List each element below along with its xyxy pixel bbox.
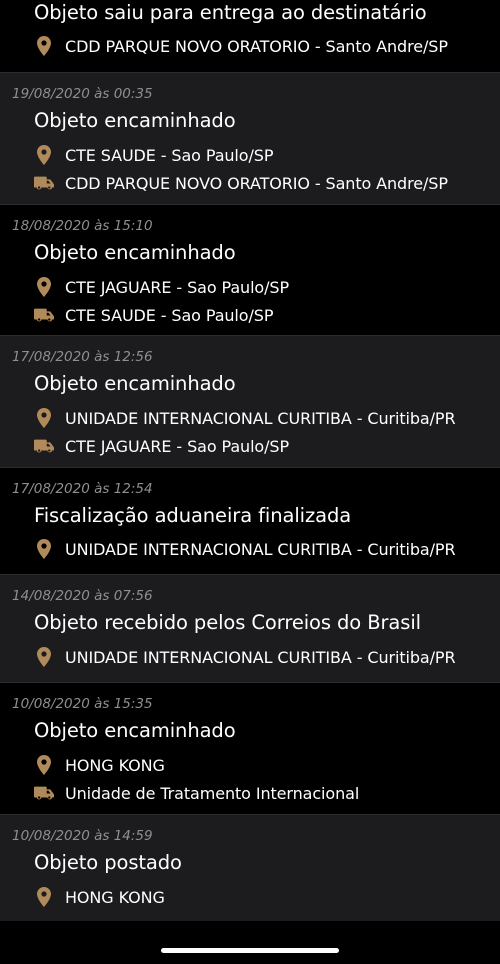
map-pin-icon (34, 887, 54, 907)
event-location: CTE JAGUARE - Sao Paulo/SP (65, 277, 290, 297)
event-location: CTE SAUDE - Sao Paulo/SP (65, 145, 274, 165)
delivery-truck-icon (34, 436, 54, 456)
event-location-row: CTE SAUDE - Sao Paulo/SP (34, 144, 273, 166)
map-pin-icon (34, 647, 54, 667)
event-title: Objeto postado (34, 851, 182, 874)
event-destination-row: Unidade de Tratamento Internacional (34, 782, 359, 804)
home-indicator[interactable] (161, 948, 339, 953)
delivery-truck-icon (34, 305, 54, 325)
event-destination: CDD PARQUE NOVO ORATORIO - Santo Andre/S… (65, 173, 448, 193)
event-location: HONG KONG (65, 755, 165, 775)
tracking-event: 17/08/2020 às 12:54 Fiscalização aduanei… (0, 467, 500, 574)
event-location-row: CDD PARQUE NOVO ORATORIO - Santo Andre/S… (34, 35, 448, 57)
event-location-row: UNIDADE INTERNACIONAL CURITIBA - Curitib… (34, 646, 456, 668)
event-location-row: UNIDADE INTERNACIONAL CURITIBA - Curitib… (34, 538, 456, 560)
event-destination: CTE JAGUARE - Sao Paulo/SP (65, 436, 290, 456)
delivery-truck-icon (34, 173, 54, 193)
event-location: UNIDADE INTERNACIONAL CURITIBA - Curitib… (65, 647, 456, 667)
event-location: UNIDADE INTERNACIONAL CURITIBA - Curitib… (65, 539, 456, 559)
tracking-timeline: Objeto saiu para entrega ao destinatário… (0, 0, 500, 921)
event-location: HONG KONG (65, 887, 165, 907)
event-date: 10/08/2020 às 14:59 (12, 828, 153, 844)
tracking-event: 17/08/2020 às 12:56 Objeto encaminhado U… (0, 335, 500, 467)
tracking-event: 18/08/2020 às 15:10 Objeto encaminhado C… (0, 204, 500, 335)
event-date: 19/08/2020 às 00:35 (12, 86, 153, 102)
tracking-event: 10/08/2020 às 14:59 Objeto postado HONG … (0, 814, 500, 921)
event-destination: CTE SAUDE - Sao Paulo/SP (65, 305, 274, 325)
event-title: Objeto encaminhado (34, 719, 236, 742)
delivery-truck-icon (34, 783, 54, 803)
event-date: 14/08/2020 às 07:56 (12, 588, 153, 604)
map-pin-icon (34, 277, 54, 297)
event-title: Objeto encaminhado (34, 372, 236, 395)
event-title: Fiscalização aduaneira finalizada (34, 504, 352, 527)
event-location-row: HONG KONG (34, 754, 165, 776)
tracking-event: 14/08/2020 às 07:56 Objeto recebido pelo… (0, 574, 500, 682)
map-pin-icon (34, 539, 54, 559)
event-title: Objeto saiu para entrega ao destinatário (34, 1, 427, 24)
event-destination-row: CDD PARQUE NOVO ORATORIO - Santo Andre/S… (34, 172, 448, 194)
tracking-event: 19/08/2020 às 00:35 Objeto encaminhado C… (0, 72, 500, 204)
event-destination: Unidade de Tratamento Internacional (65, 783, 360, 803)
tracking-event: Objeto saiu para entrega ao destinatário… (0, 0, 500, 72)
event-location-row: HONG KONG (34, 886, 165, 908)
event-title: Objeto recebido pelos Correios do Brasil (34, 611, 421, 634)
map-pin-icon (34, 36, 54, 56)
event-destination-row: CTE SAUDE - Sao Paulo/SP (34, 304, 273, 326)
event-date: 17/08/2020 às 12:54 (12, 481, 153, 497)
tracking-event: 10/08/2020 às 15:35 Objeto encaminhado H… (0, 682, 500, 814)
event-date: 18/08/2020 às 15:10 (12, 218, 153, 234)
event-location: UNIDADE INTERNACIONAL CURITIBA - Curitib… (65, 408, 456, 428)
event-date: 17/08/2020 às 12:56 (12, 349, 153, 365)
event-destination-row: CTE JAGUARE - Sao Paulo/SP (34, 435, 289, 457)
map-pin-icon (34, 145, 54, 165)
event-location-row: UNIDADE INTERNACIONAL CURITIBA - Curitib… (34, 407, 456, 429)
event-date: 10/08/2020 às 15:35 (12, 696, 153, 712)
map-pin-icon (34, 408, 54, 428)
event-title: Objeto encaminhado (34, 241, 236, 264)
map-pin-icon (34, 755, 54, 775)
event-location-row: CTE JAGUARE - Sao Paulo/SP (34, 276, 289, 298)
event-location: CDD PARQUE NOVO ORATORIO - Santo Andre/S… (65, 36, 448, 56)
event-title: Objeto encaminhado (34, 109, 236, 132)
